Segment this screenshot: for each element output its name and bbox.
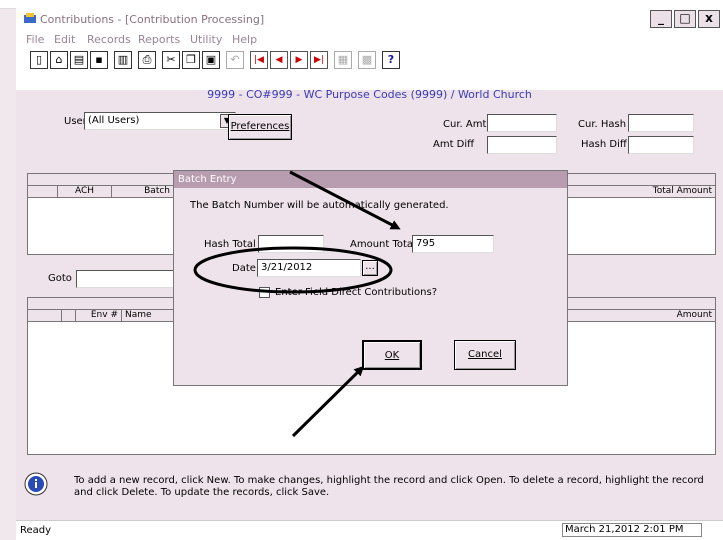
- goto-input[interactable]: [76, 270, 176, 288]
- dialog-message: The Batch Number will be automatically g…: [190, 200, 449, 211]
- date-picker-button[interactable]: ...: [362, 260, 378, 276]
- close-button[interactable]: x: [698, 10, 720, 28]
- menu-edit[interactable]: Edit: [54, 33, 75, 46]
- status-datetime: March 21,2012 2:01 PM: [562, 523, 702, 537]
- user-select[interactable]: (All Users) ▼: [84, 112, 236, 130]
- info-icon: [24, 472, 48, 496]
- maximize-button[interactable]: □: [674, 10, 696, 28]
- menu-bar: File Edit Records Reports Utility Help: [16, 30, 723, 48]
- info-bar: To add a new record, click New. To make …: [16, 462, 723, 508]
- menu-file[interactable]: File: [26, 33, 44, 46]
- ok-button[interactable]: OK: [362, 340, 422, 370]
- hash-diff-label: Hash Diff: [581, 139, 627, 150]
- column-batch[interactable]: Batch: [112, 186, 174, 198]
- hash-total-input[interactable]: [258, 235, 324, 253]
- open-folder-icon[interactable]: ⌂: [50, 51, 68, 69]
- window-title: Contributions - [Contribution Processing…: [40, 13, 265, 26]
- last-record-icon[interactable]: ▶|: [310, 51, 328, 69]
- calculator-icon[interactable]: ▩: [358, 51, 376, 69]
- first-record-icon[interactable]: |◀: [250, 51, 268, 69]
- new-document-icon[interactable]: ▯: [30, 51, 48, 69]
- column-env-number[interactable]: Env #: [76, 310, 122, 322]
- delete-icon[interactable]: ▥: [114, 51, 132, 69]
- date-label: Date: [232, 263, 256, 274]
- dialog-title: Batch Entry: [174, 171, 567, 188]
- column-name[interactable]: Name: [122, 310, 176, 322]
- date-input[interactable]: 3/21/2012: [257, 259, 361, 277]
- previous-record-icon[interactable]: ◀: [270, 51, 288, 69]
- open-icon[interactable]: ▤: [70, 51, 88, 69]
- next-record-icon[interactable]: ▶: [290, 51, 308, 69]
- field-direct-checkbox[interactable]: [259, 287, 270, 298]
- save-icon[interactable]: ▪: [90, 51, 108, 69]
- paste-icon[interactable]: ▣: [202, 51, 220, 69]
- user-select-value: (All Users): [88, 115, 140, 126]
- help-icon[interactable]: ?: [382, 51, 400, 69]
- goto-label: Goto: [48, 273, 72, 284]
- column-total-amount[interactable]: Total Amount: [628, 186, 715, 198]
- info-text: To add a new record, click New. To make …: [74, 475, 704, 498]
- toolbar: ▯ ⌂ ▤ ▪ ▥ ⎙ ✂ ❐ ▣ ↶ |◀ ◀ ▶ ▶| ▦ ▩ ?: [16, 48, 723, 73]
- page-heading: 9999 - CO#999 - WC Purpose Codes (9999) …: [207, 88, 532, 101]
- amount-total-label: Amount Total: [350, 239, 416, 250]
- column-ach[interactable]: ACH: [58, 186, 112, 198]
- column-amount[interactable]: Amount: [628, 310, 715, 322]
- preferences-button[interactable]: Preferences: [228, 114, 292, 140]
- status-text: Ready: [20, 525, 52, 536]
- menu-records[interactable]: Records: [87, 33, 131, 46]
- status-bar: Ready March 21,2012 2:01 PM: [16, 520, 723, 540]
- cut-icon[interactable]: ✂: [162, 51, 180, 69]
- menu-utility[interactable]: Utility: [190, 33, 222, 46]
- batch-entry-dialog: Batch Entry The Batch Number will be aut…: [173, 170, 568, 386]
- hash-total-label: Hash Total: [204, 239, 256, 250]
- minimize-button[interactable]: _: [650, 10, 672, 28]
- hash-diff-field: [628, 136, 694, 154]
- cur-amt-field: [487, 114, 557, 132]
- cur-amt-label: Cur. Amt: [443, 119, 487, 130]
- undo-icon[interactable]: ↶: [226, 51, 244, 69]
- app-icon: [24, 13, 36, 23]
- cur-hash-field: [628, 114, 694, 132]
- field-direct-label: Enter Field Direct Contributions?: [275, 287, 438, 298]
- cancel-button[interactable]: Cancel: [454, 340, 516, 370]
- menu-reports[interactable]: Reports: [138, 33, 180, 46]
- report-icon[interactable]: ▦: [334, 51, 352, 69]
- amount-total-input[interactable]: 795: [412, 235, 494, 253]
- menu-help[interactable]: Help: [232, 33, 257, 46]
- amt-diff-label: Amt Diff: [433, 139, 475, 150]
- cur-hash-label: Cur. Hash: [578, 119, 627, 130]
- amt-diff-field: [487, 136, 557, 154]
- print-icon[interactable]: ⎙: [138, 51, 156, 69]
- copy-icon[interactable]: ❐: [182, 51, 200, 69]
